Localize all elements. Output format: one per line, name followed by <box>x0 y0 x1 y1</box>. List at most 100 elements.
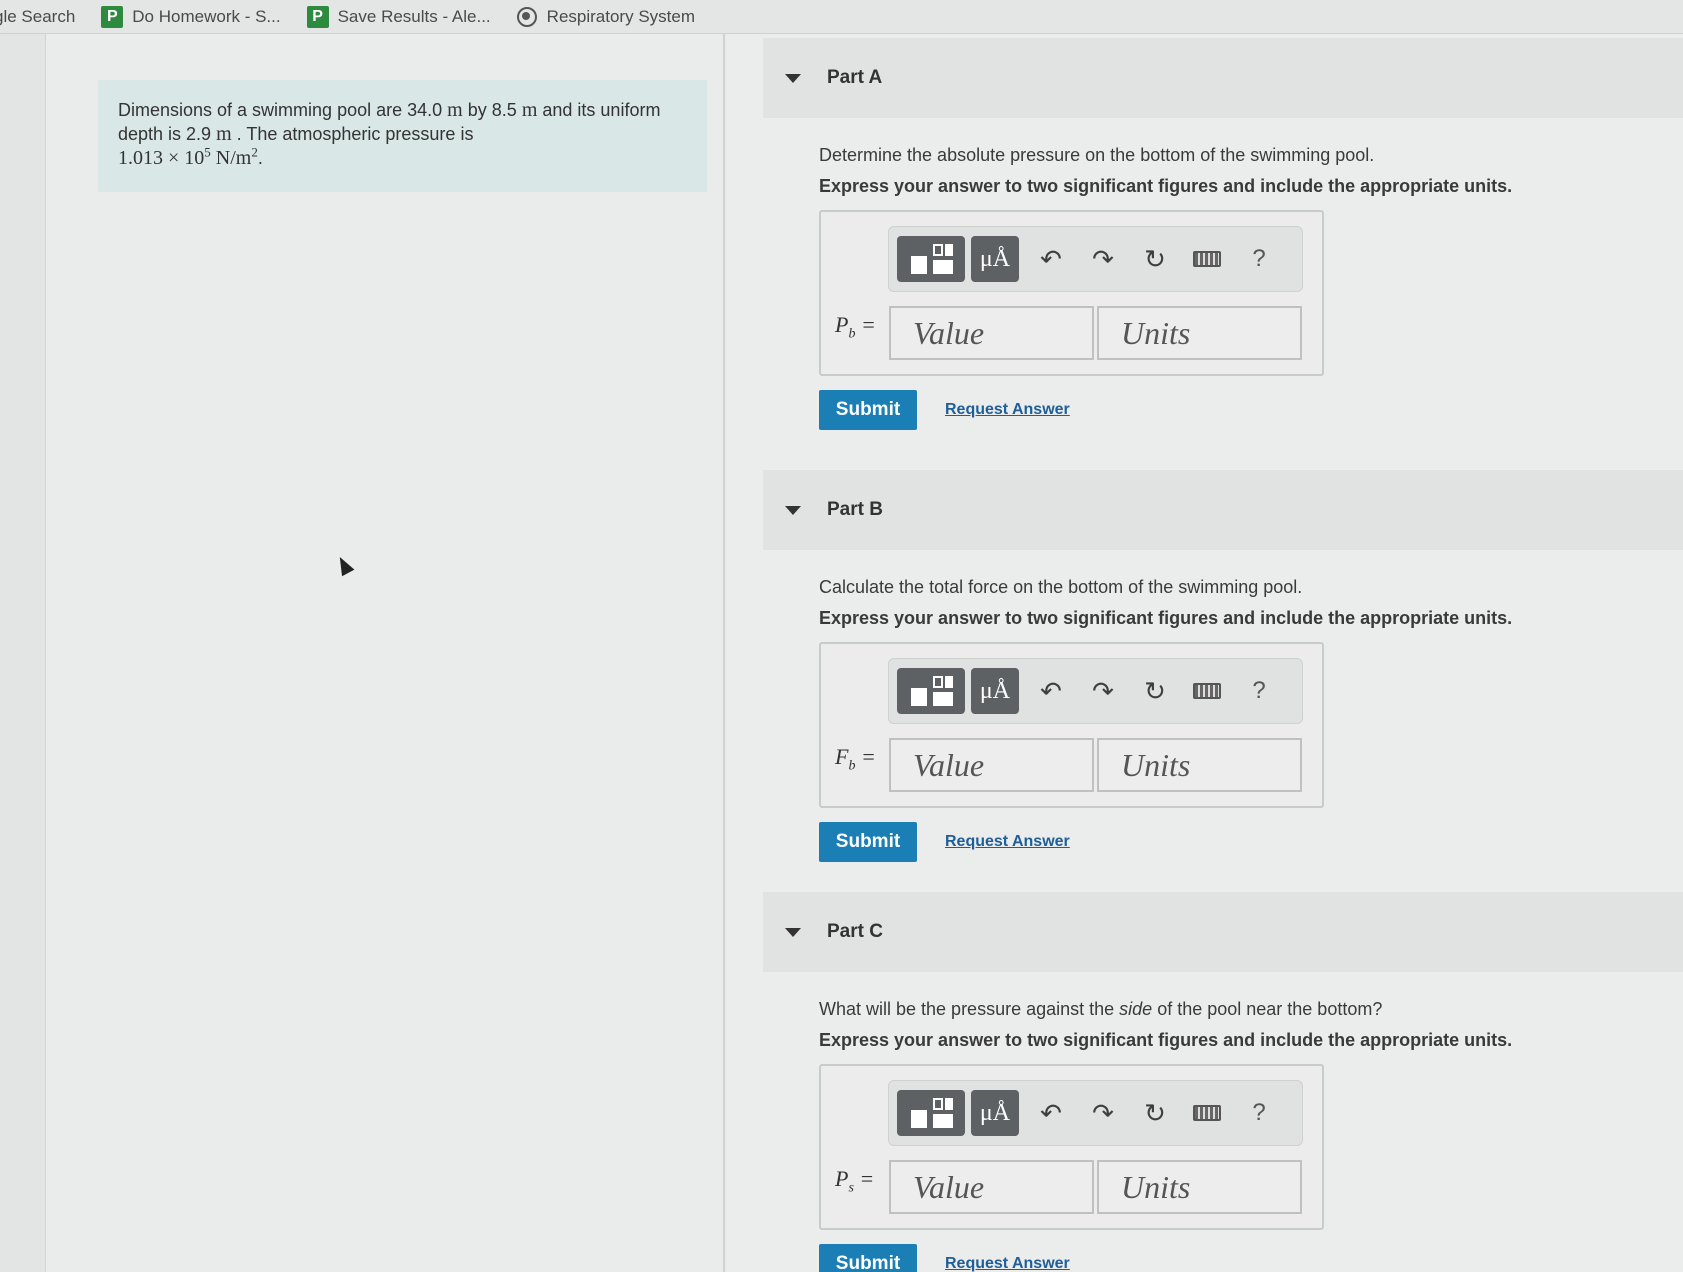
units-input[interactable]: Units <box>1097 738 1302 792</box>
pressure-value: 1.013 × 105 N/m2 <box>118 144 258 169</box>
keyboard-icon <box>1193 1105 1221 1121</box>
redo-icon[interactable]: ↷ <box>1077 668 1129 714</box>
keyboard-icon <box>1193 251 1221 267</box>
units-input[interactable]: Units <box>1097 306 1302 360</box>
part-body: What will be the pressure against the si… <box>763 972 1683 1272</box>
problem-text: . <box>257 148 263 168</box>
equals-sign: = <box>855 744 876 769</box>
keyboard-button[interactable] <box>1181 236 1233 282</box>
collapse-caret-icon[interactable] <box>785 505 801 515</box>
answer-box: μÅ ↶ ↷ ↻ ? Ps = Value Units <box>819 1064 1324 1230</box>
collapse-caret-icon[interactable] <box>785 927 801 937</box>
value-input[interactable]: Value <box>889 306 1094 360</box>
part-body: Determine the absolute pressure on the b… <box>763 118 1683 430</box>
actions-row: Submit Request Answer <box>819 390 1683 430</box>
part-body: Calculate the total force on the bottom … <box>763 550 1683 862</box>
keyboard-button[interactable] <box>1181 668 1233 714</box>
math-toolbar: μÅ ↶ ↷ ↻ ? <box>888 226 1303 292</box>
problem-text: . The atmospheric pressure is <box>236 124 474 144</box>
pressure-mantissa: 1.013 × 10 <box>118 147 205 169</box>
part-title: Part C <box>827 921 883 942</box>
variable-label: Fb = <box>835 744 876 774</box>
bookmarks-bar: gle Search P Do Homework - S... P Save R… <box>0 0 1683 34</box>
question-text-part: What will be the pressure against the <box>819 999 1120 1019</box>
help-button[interactable]: ? <box>1233 668 1285 714</box>
variable-symbol: P <box>835 312 849 337</box>
submit-button[interactable]: Submit <box>819 1244 917 1272</box>
bookmark-do-homework[interactable]: P Do Homework - S... <box>101 5 281 28</box>
unit-meter: m <box>447 99 463 121</box>
equals-sign: = <box>853 1166 875 1191</box>
part-c: Part C What will be the pressure against… <box>763 892 1683 1272</box>
answer-box: μÅ ↶ ↷ ↻ ? Fb = Value Units <box>819 642 1324 808</box>
units-button[interactable]: μÅ <box>971 1090 1019 1136</box>
submit-button[interactable]: Submit <box>819 390 917 430</box>
units-button[interactable]: μÅ <box>971 668 1019 714</box>
variable-label: Pb = <box>835 312 876 342</box>
redo-icon[interactable]: ↷ <box>1077 1090 1129 1136</box>
keyboard-button[interactable] <box>1181 1090 1233 1136</box>
part-title: Part B <box>827 499 883 520</box>
instruction-text: Express your answer to two significant f… <box>819 176 1513 196</box>
undo-icon[interactable]: ↶ <box>1025 1090 1077 1136</box>
collapse-caret-icon[interactable] <box>785 73 801 83</box>
unit-meter: m <box>521 99 538 121</box>
submit-button[interactable]: Submit <box>819 822 917 862</box>
actions-row: Submit Request Answer <box>819 1244 1683 1272</box>
units-button[interactable]: μÅ <box>971 236 1019 282</box>
request-answer-link[interactable]: Request Answer <box>945 401 1070 419</box>
math-toolbar: μÅ ↶ ↷ ↻ ? <box>888 1080 1303 1146</box>
templates-button[interactable] <box>897 1090 965 1136</box>
part-b-header[interactable]: Part B <box>763 470 1683 550</box>
part-c-header[interactable]: Part C <box>763 892 1683 972</box>
pearson-icon: P <box>101 5 124 28</box>
bookmark-save-results[interactable]: P Save Results - Ale... <box>306 5 491 28</box>
instruction-text: Express your answer to two significant f… <box>819 1030 1513 1050</box>
parts-panel: Part A Determine the absolute pressure o… <box>727 34 1683 1272</box>
equals-sign: = <box>855 312 876 337</box>
unit-meter: m <box>216 123 232 145</box>
bookmark-google-search[interactable]: gle Search <box>0 7 75 27</box>
left-gutter <box>0 34 46 1272</box>
problem-text: by 8.5 <box>467 100 517 120</box>
pressure-exponent: 5 <box>204 144 211 160</box>
help-button[interactable]: ? <box>1233 1090 1285 1136</box>
request-answer-link[interactable]: Request Answer <box>945 833 1070 851</box>
reset-icon[interactable]: ↻ <box>1129 236 1181 282</box>
templates-button[interactable] <box>897 668 965 714</box>
variable-symbol: F <box>835 744 849 769</box>
variable-label: Ps = <box>835 1166 874 1196</box>
question-text: Determine the absolute pressure on the b… <box>819 145 1375 165</box>
bookmark-label: gle Search <box>0 6 76 26</box>
question-emphasis: side <box>1119 999 1153 1019</box>
globe-icon <box>516 6 537 27</box>
math-toolbar: μÅ ↶ ↷ ↻ ? <box>888 658 1303 724</box>
help-button[interactable]: ? <box>1233 236 1285 282</box>
reset-icon[interactable]: ↻ <box>1129 668 1181 714</box>
undo-icon[interactable]: ↶ <box>1025 668 1077 714</box>
problem-panel: Dimensions of a swimming pool are 34.0 m… <box>46 34 725 1272</box>
units-input[interactable]: Units <box>1097 1160 1302 1214</box>
templates-button[interactable] <box>897 236 965 282</box>
bookmark-respiratory-system[interactable]: Respiratory System <box>516 6 695 27</box>
reset-icon[interactable]: ↻ <box>1129 1090 1181 1136</box>
pearson-icon: P <box>306 5 329 28</box>
request-answer-link[interactable]: Request Answer <box>945 1255 1070 1272</box>
undo-icon[interactable]: ↶ <box>1025 236 1077 282</box>
part-title: Part A <box>827 67 883 88</box>
part-a-header[interactable]: Part A <box>763 38 1683 118</box>
bookmark-label: Do Homework - S... <box>132 6 281 26</box>
instruction-text: Express your answer to two significant f… <box>819 608 1513 628</box>
bookmark-label: Respiratory System <box>546 6 695 26</box>
part-a: Part A Determine the absolute pressure o… <box>763 38 1683 430</box>
value-input[interactable]: Value <box>889 738 1094 792</box>
bookmark-label: Save Results - Ale... <box>337 6 491 26</box>
variable-symbol: P <box>835 1166 849 1191</box>
value-input[interactable]: Value <box>889 1160 1094 1214</box>
question-text-part: of the pool near the bottom? <box>1152 999 1383 1019</box>
answer-box: μÅ ↶ ↷ ↻ ? Pb = Value Units <box>819 210 1324 376</box>
redo-icon[interactable]: ↷ <box>1077 236 1129 282</box>
pressure-unit: N/m <box>215 147 252 169</box>
templates-icon <box>909 244 953 274</box>
part-b: Part B Calculate the total force on the … <box>763 470 1683 862</box>
